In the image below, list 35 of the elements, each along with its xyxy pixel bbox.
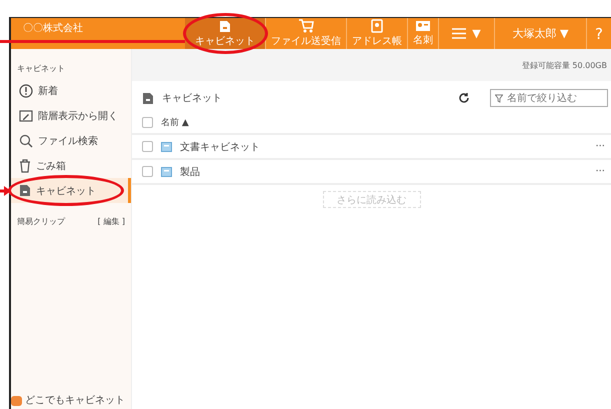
clip-label: 簡易クリップ: [17, 216, 65, 227]
page-title: キャビネット: [162, 92, 222, 105]
more-button[interactable]: ···: [595, 166, 605, 177]
folder-icon: [161, 142, 172, 152]
footer-link[interactable]: どこでもキャビネット: [25, 393, 125, 407]
storage-label: 登録可能容量 50.00GB: [522, 60, 607, 70]
edit-link[interactable]: [ 編集 ]: [98, 216, 125, 227]
id-card-icon: [415, 20, 431, 32]
cabinet-icon: [19, 184, 31, 197]
folder-pencil-icon: [19, 109, 33, 122]
folder-name[interactable]: 製品: [180, 164, 200, 178]
cart-icon: [298, 19, 314, 33]
refresh-icon[interactable]: [458, 92, 470, 104]
sidebar-item[interactable]: 新着: [11, 78, 131, 103]
more-button[interactable]: ···: [595, 141, 605, 152]
row-checkbox[interactable]: [142, 166, 153, 177]
annotation-arrow: [0, 186, 11, 196]
row-checkbox[interactable]: [142, 141, 153, 152]
sidebar-item[interactable]: 階層表示から開く: [11, 103, 131, 128]
cabinet-icon: [218, 19, 232, 33]
folder-name[interactable]: 文書キャビネット: [180, 140, 260, 154]
select-all-checkbox[interactable]: [142, 116, 153, 128]
filter-icon: [495, 94, 503, 102]
trash-icon: [19, 158, 31, 172]
section-label: キャビネット: [16, 63, 66, 74]
cabinet-icon: [142, 92, 154, 104]
folder-icon: [161, 166, 172, 176]
menu-icon: [452, 28, 466, 39]
sidebar-item[interactable]: ごみ箱: [11, 153, 131, 178]
company-name: 〇〇株式会社: [23, 22, 83, 35]
alert-icon: [19, 84, 33, 98]
column-header[interactable]: 名前 ▲: [161, 116, 189, 128]
book-icon: [371, 19, 383, 33]
search-icon: [19, 134, 33, 148]
sidebar-item[interactable]: ファイル検索: [11, 128, 131, 153]
